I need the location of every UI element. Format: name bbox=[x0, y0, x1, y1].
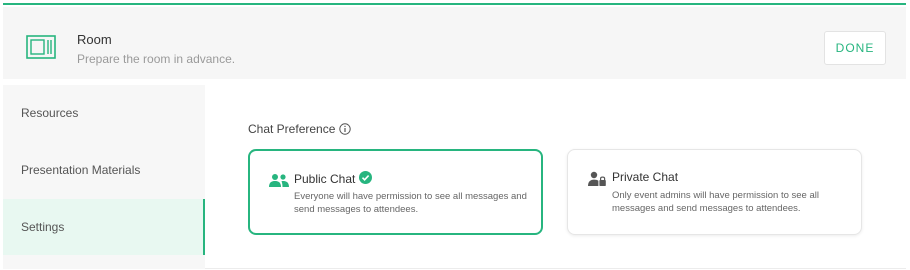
public-chat-label: Public Chat bbox=[294, 172, 356, 186]
public-chat-description: Everyone will have permission to see all… bbox=[294, 191, 527, 215]
private-chat-label: Private Chat bbox=[612, 170, 679, 184]
selected-check-icon bbox=[359, 171, 373, 187]
private-chat-option[interactable]: Private Chat Only event admins will have… bbox=[567, 149, 862, 235]
settings-sidebar: Resources Presentation Materials Setting… bbox=[3, 85, 205, 269]
admin-lock-user-icon bbox=[588, 171, 606, 191]
private-chat-title: Private Chat bbox=[612, 170, 678, 184]
sidebar-item-resources[interactable]: Resources bbox=[3, 85, 205, 141]
page-title: Room bbox=[77, 32, 112, 47]
done-button[interactable]: DONE bbox=[824, 31, 886, 65]
private-chat-description: Only event admins will have permission t… bbox=[612, 190, 819, 214]
info-icon[interactable] bbox=[339, 123, 352, 135]
chat-preference-label: Chat Preference bbox=[248, 122, 352, 136]
sidebar-item-settings[interactable]: Settings bbox=[3, 199, 205, 255]
room-settings-panel: Room Prepare the room in advance. DONE R… bbox=[3, 3, 906, 269]
group-users-icon bbox=[269, 173, 289, 192]
public-chat-title: Public Chat bbox=[294, 171, 373, 187]
room-layout-icon bbox=[26, 35, 56, 59]
public-chat-option[interactable]: Public Chat Everyone will have permissio… bbox=[248, 149, 543, 235]
panel-header: Room Prepare the room in advance. DONE bbox=[3, 7, 906, 79]
settings-content: Chat Preference Public Chat Everyone wil… bbox=[205, 85, 906, 269]
chat-preference-text: Chat Preference bbox=[248, 122, 336, 136]
page-subtitle: Prepare the room in advance. bbox=[77, 52, 236, 66]
sidebar-item-presentation-materials[interactable]: Presentation Materials bbox=[3, 142, 205, 198]
